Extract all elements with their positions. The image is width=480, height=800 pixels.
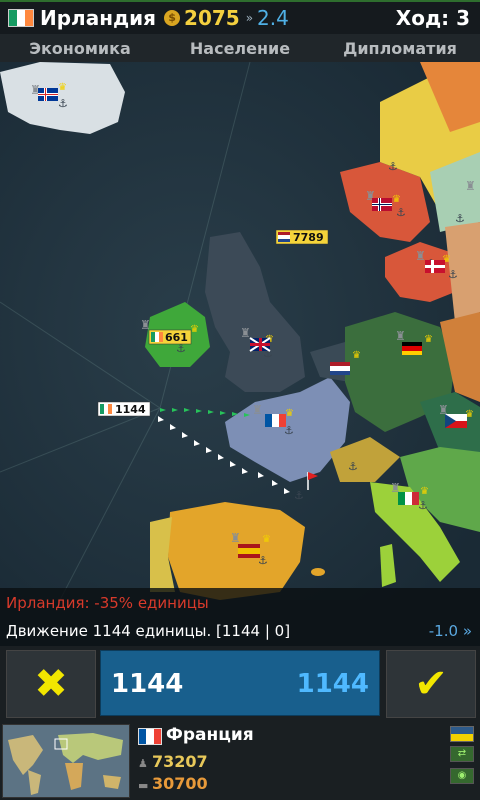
iceland-flag-icon xyxy=(38,88,58,101)
top-bar: Ирландия $ 2075 » 2.4 Ход: 3 xyxy=(0,0,480,34)
population-stat: ♟ 73207 xyxy=(138,752,208,771)
anchor-icon: ⚓ xyxy=(455,212,465,225)
castle-icon: ♜ xyxy=(465,179,476,193)
tab-economy[interactable]: Экономика xyxy=(0,39,160,58)
crown-icon: ♛ xyxy=(420,486,429,497)
check-icon: ✔ xyxy=(414,661,448,707)
close-icon: ✖ xyxy=(34,661,68,707)
army-label-ireland-moving[interactable]: 1144 xyxy=(97,401,151,417)
crown-icon: ♛ xyxy=(262,534,271,545)
anchor-icon: ⚓ xyxy=(418,499,428,512)
player-country-name: Ирландия xyxy=(40,6,157,30)
castle-icon: ♜ xyxy=(415,249,426,263)
anchor-icon: ⚓ xyxy=(294,489,304,502)
population-icon: ♟ xyxy=(138,757,148,770)
castle-icon: ♜ xyxy=(240,326,251,340)
denmark-flag-icon xyxy=(425,260,445,273)
balearic-region[interactable] xyxy=(311,568,325,576)
crown-icon: ♛ xyxy=(58,82,67,93)
norway-flag-icon xyxy=(372,198,392,211)
gold-coin-icon: $ xyxy=(164,10,181,26)
population-value: 73207 xyxy=(152,752,208,771)
anchor-icon: ⚓ xyxy=(448,268,458,281)
slider-max-value: 1144 xyxy=(296,669,369,699)
bottom-panel: Франция ♟ 73207 ▬ 30700 ⇄ ◉ xyxy=(0,720,480,800)
minimap-land xyxy=(103,775,121,789)
eye-icon[interactable]: ◉ xyxy=(450,768,474,784)
move-status-panel: Ирландия: -35% единицы Движение 1144 еди… xyxy=(0,588,480,646)
castle-icon: ♜ xyxy=(252,403,263,417)
tab-diplomacy[interactable]: Дипломатия xyxy=(320,39,480,58)
army-stat: ▬ 30700 xyxy=(138,774,208,793)
cost-arrow-icon: » xyxy=(462,622,472,640)
france-flag-icon xyxy=(138,728,162,745)
army-count: 1144 xyxy=(115,403,146,416)
italy-flag-icon xyxy=(398,492,419,505)
army-count: 661 xyxy=(165,331,188,344)
move-text: Движение 1144 единицы. [1144 | 0] xyxy=(6,622,291,640)
uk-flag-icon xyxy=(249,337,271,352)
loss-text: Ирландия: -35% единицы xyxy=(6,594,209,612)
unit-count-slider[interactable]: 1144 1144 xyxy=(100,650,380,716)
spain-flag-icon xyxy=(238,544,260,558)
army-count: 7789 xyxy=(293,231,324,244)
tab-bar: Экономика Население Дипломатия xyxy=(0,34,480,63)
army-label-ireland-home[interactable]: 661 xyxy=(148,329,192,345)
income-arrow-icon: » xyxy=(245,11,254,25)
anchor-icon: ⚓ xyxy=(396,206,406,219)
army-icon: ▬ xyxy=(138,779,149,792)
turn-counter: Ход: 3 xyxy=(395,6,470,30)
crown-icon: ♛ xyxy=(392,194,401,205)
crown-icon: ♛ xyxy=(424,334,433,345)
move-cost-value: -1.0 xyxy=(428,622,459,640)
france-flag-icon xyxy=(265,414,286,427)
netherlands-flag-icon xyxy=(330,362,350,375)
germany-flag-icon xyxy=(402,342,422,355)
crown-icon: ♛ xyxy=(285,408,294,419)
army-value: 30700 xyxy=(152,774,208,793)
spain-region[interactable] xyxy=(168,502,305,600)
swap-icon[interactable]: ⇄ xyxy=(450,746,474,762)
cancel-button[interactable]: ✖ xyxy=(6,650,96,718)
move-controls: ✖ 1144 1144 ✔ xyxy=(0,646,480,720)
czech-flag-icon xyxy=(445,414,467,428)
ireland-flag-icon xyxy=(8,9,34,27)
castle-icon: ♜ xyxy=(230,531,241,545)
slider-selected-value: 1144 xyxy=(111,669,184,699)
target-country-name: Франция xyxy=(166,725,254,745)
army-label-netherlands[interactable]: 7789 xyxy=(275,229,329,245)
anchor-icon: ⚓ xyxy=(348,460,358,473)
crown-icon: ♛ xyxy=(352,350,361,361)
move-cost: -1.0 » xyxy=(429,622,472,640)
confirm-button[interactable]: ✔ xyxy=(386,650,476,718)
game-map[interactable]: ♜ ♜ ♜ ♜ ♜ ♜ ♜ ♜ ♜ ♜ ♜ ♛ ♛ ♛ ♛ ♛ ♛ ♛ ♛ ♛ … xyxy=(0,62,480,600)
crown-icon: ♛ xyxy=(190,324,199,335)
gold-amount: 2075 xyxy=(184,6,240,30)
ukraine-flag-icon xyxy=(450,726,474,742)
anchor-icon: ⚓ xyxy=(58,97,68,110)
tab-population[interactable]: Население xyxy=(160,39,320,58)
income-rate: 2.4 xyxy=(257,6,289,30)
castle-icon: ♜ xyxy=(395,329,406,343)
minimap[interactable] xyxy=(2,724,130,798)
anchor-icon: ⚓ xyxy=(388,160,398,173)
